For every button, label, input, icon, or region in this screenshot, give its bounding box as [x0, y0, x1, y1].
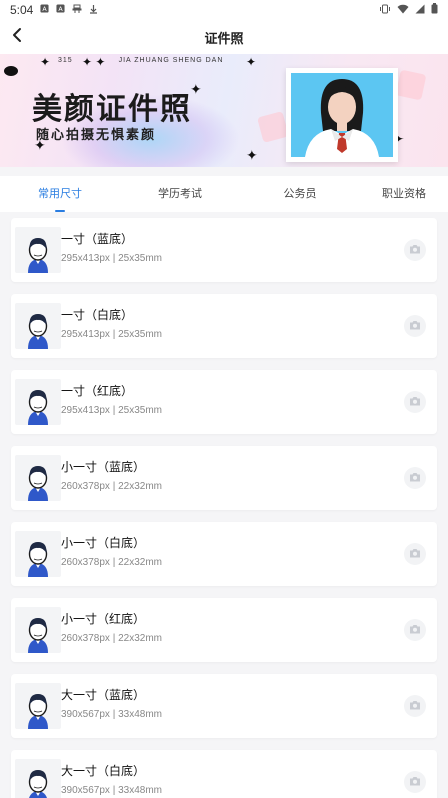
- camera-icon: [409, 621, 421, 639]
- camera-icon: [409, 545, 421, 563]
- person-icon: [28, 694, 48, 729]
- notification-icon: [72, 4, 82, 17]
- deco-square: [257, 111, 289, 143]
- avatar: [15, 227, 61, 273]
- size-title: 大一寸（白底）: [61, 764, 146, 778]
- nav-bar: 证件照: [0, 20, 448, 54]
- promo-banner[interactable]: 315 JIA ZHUANG SHENG DAN ✦ ✦ ✦ ✦ ✦ ✦ ✦ ✦…: [0, 54, 448, 167]
- sparkle-icon: ✦ ✦: [82, 55, 106, 69]
- tab-label: 职业资格: [382, 188, 426, 200]
- deco-square: [395, 69, 427, 101]
- avatar: [15, 759, 61, 798]
- camera-button[interactable]: [404, 695, 426, 717]
- signal-icon: [415, 4, 425, 17]
- banner-subtitle: 随心拍摄无惧素颜: [36, 127, 157, 142]
- sample-id-photo: [286, 68, 398, 162]
- size-title: 一寸（红底）: [61, 384, 134, 398]
- camera-button[interactable]: [404, 239, 426, 261]
- size-spec: 390x567px | 33x48mm: [61, 785, 162, 796]
- size-spec: 260x378px | 22x32mm: [61, 557, 162, 568]
- camera-button[interactable]: [404, 391, 426, 413]
- list-item[interactable]: 一寸（红底） 295x413px | 25x35mm: [11, 370, 437, 434]
- avatar: [15, 455, 61, 501]
- camera-icon: [409, 317, 421, 335]
- battery-icon: [431, 3, 438, 17]
- camera-button[interactable]: [404, 619, 426, 641]
- person-icon: [28, 390, 48, 425]
- banner-title: 美颜证件照: [32, 92, 192, 127]
- list-item[interactable]: 一寸（蓝底） 295x413px | 25x35mm: [11, 218, 437, 282]
- size-title: 小一寸（红底）: [61, 612, 146, 626]
- tab-label: 常用尺寸: [38, 188, 82, 200]
- portrait-illustration: [305, 79, 379, 157]
- person-icon: [28, 238, 48, 273]
- chevron-left-icon: [11, 27, 23, 48]
- person-icon: [28, 770, 48, 798]
- size-spec: 260x378px | 22x32mm: [61, 633, 162, 644]
- size-title: 一寸（白底）: [61, 308, 134, 322]
- size-spec: 295x413px | 25x35mm: [61, 405, 162, 416]
- size-spec: 295x413px | 25x35mm: [61, 329, 162, 340]
- person-icon: [28, 542, 48, 577]
- banner-badge: [4, 66, 18, 76]
- avatar: [15, 531, 61, 577]
- camera-icon: [409, 697, 421, 715]
- banner-top-text-left: 315: [58, 57, 73, 64]
- camera-button[interactable]: [404, 543, 426, 565]
- camera-button[interactable]: [404, 467, 426, 489]
- list-item[interactable]: 大一寸（蓝底） 390x567px | 33x48mm: [11, 674, 437, 738]
- avatar: [15, 683, 61, 729]
- camera-icon: [409, 469, 421, 487]
- person-icon: [28, 466, 48, 501]
- list-item[interactable]: 小一寸（红底） 260x378px | 22x32mm: [11, 598, 437, 662]
- tab-label: 学历考试: [158, 188, 202, 200]
- size-title: 大一寸（蓝底）: [61, 688, 146, 702]
- tab-professional-qualification[interactable]: 职业资格: [360, 176, 448, 212]
- size-spec: 260x378px | 22x32mm: [61, 481, 162, 492]
- person-icon: [28, 314, 48, 349]
- photo-background: [291, 73, 393, 157]
- back-button[interactable]: [4, 24, 30, 50]
- tab-label: 公务员: [283, 188, 317, 200]
- status-bar: 5:04 A A: [0, 0, 448, 20]
- list-item[interactable]: 大一寸（白底） 390x567px | 33x48mm: [11, 750, 437, 798]
- status-time: 5:04: [10, 3, 34, 17]
- tab-active-indicator: [55, 210, 65, 212]
- sparkle-icon: ✦: [246, 147, 258, 163]
- camera-icon: [409, 393, 421, 411]
- camera-button[interactable]: [404, 771, 426, 793]
- sparkle-icon: ✦: [40, 55, 51, 69]
- person-icon: [28, 618, 48, 653]
- size-title: 一寸（蓝底）: [61, 232, 134, 246]
- tab-common-sizes[interactable]: 常用尺寸: [0, 176, 120, 212]
- size-spec: 390x567px | 33x48mm: [61, 709, 162, 720]
- a-box-icon: A: [56, 4, 65, 16]
- avatar: [15, 379, 61, 425]
- list-item[interactable]: 小一寸（白底） 260x378px | 22x32mm: [11, 522, 437, 586]
- size-title: 小一寸（白底）: [61, 536, 146, 550]
- avatar: [15, 607, 61, 653]
- camera-icon: [409, 773, 421, 791]
- svg-text:A: A: [43, 6, 48, 13]
- tab-education-exam[interactable]: 学历考试: [120, 176, 240, 212]
- category-tabs: 常用尺寸 学历考试 公务员 职业资格: [0, 176, 448, 212]
- tab-civil-servant[interactable]: 公务员: [240, 176, 360, 212]
- wifi-icon: [397, 4, 409, 17]
- vibrate-icon: [379, 4, 391, 17]
- list-item[interactable]: 一寸（白底） 295x413px | 25x35mm: [11, 294, 437, 358]
- a-box-icon: A: [40, 4, 49, 16]
- size-spec: 295x413px | 25x35mm: [61, 253, 162, 264]
- banner-top-text-mid: JIA ZHUANG SHENG DAN: [118, 57, 224, 64]
- avatar: [15, 303, 61, 349]
- sparkle-icon: ✦: [246, 55, 257, 69]
- camera-icon: [409, 241, 421, 259]
- list-item[interactable]: 小一寸（蓝底） 260x378px | 22x32mm: [11, 446, 437, 510]
- download-icon: [89, 4, 98, 17]
- size-title: 小一寸（蓝底）: [61, 460, 146, 474]
- camera-button[interactable]: [404, 315, 426, 337]
- svg-text:A: A: [59, 6, 64, 13]
- page-title: 证件照: [204, 30, 244, 46]
